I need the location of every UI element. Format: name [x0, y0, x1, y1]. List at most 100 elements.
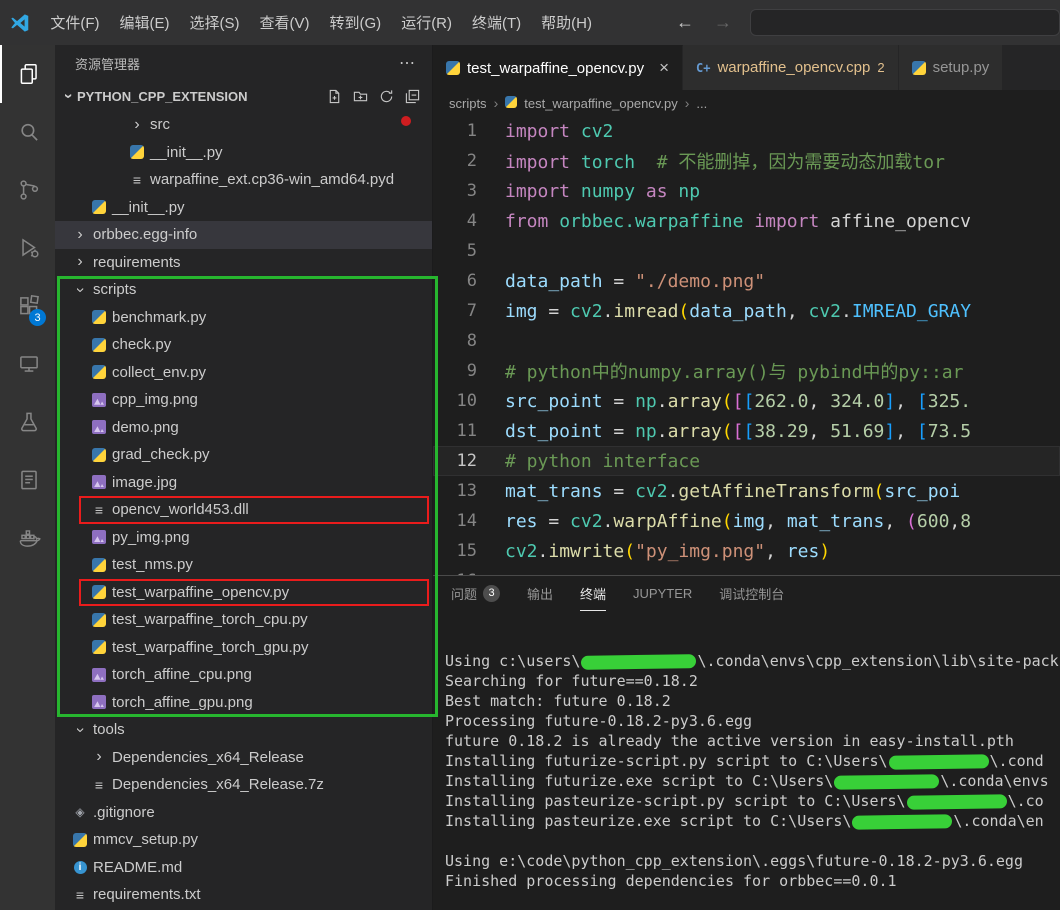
tree-file-test_nms.py[interactable]: test_nms.py: [55, 551, 432, 579]
tree-file-requirements.txt[interactable]: ≡requirements.txt: [55, 881, 432, 909]
tree-file-test_warpaffine_opencv.py[interactable]: test_warpaffine_opencv.py: [55, 579, 432, 607]
line-number[interactable]: 8: [433, 331, 505, 351]
breadcrumb-item[interactable]: test_warpaffine_opencv.py: [524, 96, 677, 111]
tree-file-image.jpg[interactable]: image.jpg: [55, 469, 432, 497]
panel-tab-问题[interactable]: 问题3: [451, 576, 500, 611]
command-center-search[interactable]: [750, 9, 1060, 36]
tree-file-demo.png[interactable]: demo.png: [55, 414, 432, 442]
tree-file-collect_env.py[interactable]: collect_env.py: [55, 359, 432, 387]
tree-folder-scripts[interactable]: ›scripts: [55, 276, 432, 304]
more-actions-icon[interactable]: ⋯: [399, 53, 416, 73]
tree-file-test_warpaffine_torch_gpu.py[interactable]: test_warpaffine_torch_gpu.py: [55, 634, 432, 662]
panel-tab-终端[interactable]: 终端: [580, 576, 606, 611]
run-debug-icon[interactable]: [0, 219, 55, 277]
explorer-icon[interactable]: [0, 45, 55, 103]
line-number[interactable]: 13: [433, 481, 505, 501]
tree-file-py_img.png[interactable]: py_img.png: [55, 524, 432, 552]
line-number[interactable]: 9: [433, 361, 505, 381]
code-editor[interactable]: 1import cv22import torch # 不能删掉，因为需要动态加载…: [433, 116, 1060, 575]
source-control-icon[interactable]: [0, 161, 55, 219]
tree-file-benchmark.py[interactable]: benchmark.py: [55, 304, 432, 332]
line-number[interactable]: 7: [433, 301, 505, 321]
menu-item-1[interactable]: 编辑(E): [110, 12, 180, 33]
panel-tab-调试控制台[interactable]: 调试控制台: [719, 576, 784, 611]
line-number[interactable]: 11: [433, 421, 505, 441]
close-icon[interactable]: ×: [659, 58, 669, 78]
tree-file-grad_check.py[interactable]: grad_check.py: [55, 441, 432, 469]
tree-file-mmcv_setup.py[interactable]: mmcv_setup.py: [55, 826, 432, 854]
terminal-output[interactable]: Using c:\users\\.conda\envs\cpp_extensio…: [433, 611, 1060, 910]
new-file-icon[interactable]: [327, 89, 342, 104]
notebook-icon[interactable]: [0, 451, 55, 509]
menu-item-7[interactable]: 帮助(H): [531, 12, 602, 33]
code-line-6[interactable]: 6data_path = "./demo.png": [433, 266, 1060, 296]
refresh-icon[interactable]: [379, 89, 394, 104]
tree-folder-requirements[interactable]: ›requirements: [55, 249, 432, 277]
tree-file-Dependencies_x64_Release.7z[interactable]: ≡Dependencies_x64_Release.7z: [55, 771, 432, 799]
search-icon[interactable]: [0, 103, 55, 161]
code-line-8[interactable]: 8: [433, 326, 1060, 356]
tab-setup.py[interactable]: setup.py: [899, 45, 1004, 90]
line-number[interactable]: 12: [433, 451, 505, 471]
breadcrumb-item[interactable]: ...: [696, 96, 707, 111]
line-number[interactable]: 5: [433, 241, 505, 261]
line-number[interactable]: 15: [433, 541, 505, 561]
tree-file-torch_affine_cpu.png[interactable]: torch_affine_cpu.png: [55, 661, 432, 689]
code-line-12[interactable]: 12# python interface: [433, 446, 1060, 476]
menu-item-4[interactable]: 转到(G): [320, 12, 392, 33]
tree-file-test_warpaffine_torch_cpu.py[interactable]: test_warpaffine_torch_cpu.py: [55, 606, 432, 634]
tree-file-.gitignore[interactable]: ◈.gitignore: [55, 799, 432, 827]
code-line-5[interactable]: 5: [433, 236, 1060, 266]
forward-arrow-icon[interactable]: →: [714, 12, 732, 33]
line-number[interactable]: 2: [433, 151, 505, 171]
line-number[interactable]: 6: [433, 271, 505, 291]
code-line-13[interactable]: 13mat_trans = cv2.getAffineTransform(src…: [433, 476, 1060, 506]
remote-explorer-icon[interactable]: [0, 335, 55, 393]
code-line-11[interactable]: 11dst_point = np.array([[38.29, 51.69], …: [433, 416, 1060, 446]
panel-tab-输出[interactable]: 输出: [527, 576, 553, 611]
extensions-icon[interactable]: 3: [0, 277, 55, 335]
code-line-15[interactable]: 15cv2.imwrite("py_img.png", res): [433, 536, 1060, 566]
code-line-4[interactable]: 4from orbbec.warpaffine import affine_op…: [433, 206, 1060, 236]
tree-file-__init__.py[interactable]: __init__.py: [55, 139, 432, 167]
menu-item-3[interactable]: 查看(V): [250, 12, 320, 33]
code-line-14[interactable]: 14res = cv2.warpAffine(img, mat_trans, (…: [433, 506, 1060, 536]
line-number[interactable]: 3: [433, 181, 505, 201]
menu-item-2[interactable]: 选择(S): [180, 12, 250, 33]
line-number[interactable]: 14: [433, 511, 505, 531]
breadcrumb-item[interactable]: scripts: [449, 96, 487, 111]
tab-test_warpaffine_opencv.py[interactable]: test_warpaffine_opencv.py×: [433, 45, 683, 90]
tree-file-warpaffine_ext.cp36-win_amd64.pyd[interactable]: ≡warpaffine_ext.cp36-win_amd64.pyd: [55, 166, 432, 194]
testing-beaker-icon[interactable]: [0, 393, 55, 451]
tree-file-opencv_world453.dll[interactable]: ≡opencv_world453.dll: [55, 496, 432, 524]
code-line-2[interactable]: 2import torch # 不能删掉，因为需要动态加载tor: [433, 146, 1060, 176]
menu-item-6[interactable]: 终端(T): [462, 12, 531, 33]
code-line-10[interactable]: 10src_point = np.array([[262.0, 324.0], …: [433, 386, 1060, 416]
project-section-header[interactable]: › PYTHON_CPP_EXTENSION: [55, 81, 432, 111]
back-arrow-icon[interactable]: ←: [676, 12, 694, 33]
panel-tab-JUPYTER[interactable]: JUPYTER: [633, 576, 692, 611]
collapse-all-icon[interactable]: [405, 89, 420, 104]
tree-folder-Dependencies_x64_Release[interactable]: ›Dependencies_x64_Release: [55, 744, 432, 772]
line-number[interactable]: 1: [433, 121, 505, 141]
tree-folder-tools[interactable]: ›tools: [55, 716, 432, 744]
docker-icon[interactable]: [0, 509, 55, 567]
tree-folder-orbbec.egg-info[interactable]: ›orbbec.egg-info: [55, 221, 432, 249]
line-number[interactable]: 10: [433, 391, 505, 411]
tree-file-torch_affine_gpu.png[interactable]: torch_affine_gpu.png: [55, 689, 432, 717]
line-number[interactable]: 4: [433, 211, 505, 231]
tree-file-__init__.py[interactable]: __init__.py: [55, 194, 432, 222]
code-line-3[interactable]: 3import numpy as np: [433, 176, 1060, 206]
tree-folder-src[interactable]: ›src: [55, 111, 432, 139]
tab-warpaffine_opencv.cpp[interactable]: C+warpaffine_opencv.cpp2: [683, 45, 899, 90]
tree-file-check.py[interactable]: check.py: [55, 331, 432, 359]
tree-file-cpp_img.png[interactable]: cpp_img.png: [55, 386, 432, 414]
code-line-7[interactable]: 7img = cv2.imread(data_path, cv2.IMREAD_…: [433, 296, 1060, 326]
new-folder-icon[interactable]: [353, 89, 368, 104]
code-line-16[interactable]: 16: [433, 566, 1060, 575]
menu-item-0[interactable]: 文件(F): [40, 12, 109, 33]
tree-file-README.md[interactable]: iREADME.md: [55, 854, 432, 882]
code-line-1[interactable]: 1import cv2: [433, 116, 1060, 146]
menu-item-5[interactable]: 运行(R): [391, 12, 462, 33]
code-line-9[interactable]: 9# python中的numpy.array()与 pybind中的py::ar: [433, 356, 1060, 386]
